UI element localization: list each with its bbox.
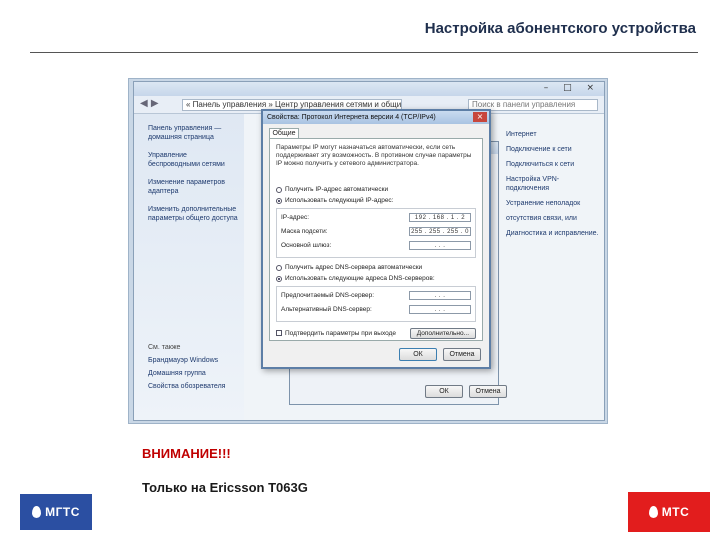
radio-manual-ip-label: Использовать следующий IP-адрес: <box>285 197 394 204</box>
window-controls[interactable]: – □ × <box>544 83 600 93</box>
advanced-button[interactable]: Дополнительно... <box>409 328 476 339</box>
sidebar-link-wireless[interactable]: Управление беспроводными сетями <box>148 151 238 169</box>
preferred-dns-label: Предпочитаемый DNS-сервер: <box>281 291 375 299</box>
content-link[interactable]: Диагностика и исправление. <box>506 229 602 238</box>
content-link[interactable]: Настройка VPN-подключения <box>506 175 602 193</box>
content-link[interactable]: Устранение неполадок <box>506 199 602 208</box>
radio-auto-dns[interactable]: Получить адрес DNS-сервера автоматически <box>276 264 476 272</box>
ipv4-properties-dialog: Свойства: Протокол Интернета версии 4 (T… <box>261 109 491 369</box>
preferred-dns-row: Предпочитаемый DNS-сервер: . . . <box>281 291 471 300</box>
dialog-button-row: ОК Отмена <box>399 348 481 361</box>
gateway-field[interactable]: . . . <box>409 241 471 250</box>
radio-auto-dns-label: Получить адрес DNS-сервера автоматически <box>285 264 423 271</box>
explorer-content-fragments: Интернет Подключение к сети Подключиться… <box>506 130 602 244</box>
embedded-screenshot: – □ × ◀ ▶ « Панель управления » Центр уп… <box>128 78 608 424</box>
general-tab-panel: Параметры IP могут назначаться автоматич… <box>269 138 483 341</box>
close-icon[interactable]: × <box>473 112 487 122</box>
warning-text: ВНИМАНИЕ!!! <box>142 446 231 461</box>
title-divider <box>30 52 698 53</box>
radio-selected-icon[interactable] <box>276 198 282 204</box>
alternate-dns-label: Альтернативный DNS-сервер: <box>281 305 372 313</box>
radio-icon[interactable] <box>276 265 282 271</box>
props-button-row: ОК Отмена <box>425 385 507 398</box>
radio-manual-dns[interactable]: Использовать следующие адреса DNS-сервер… <box>276 275 476 283</box>
checkbox-icon[interactable] <box>276 329 282 336</box>
radio-icon[interactable] <box>276 187 282 193</box>
radio-auto-ip-label: Получить IP-адрес автоматически <box>285 186 389 193</box>
dialog-title-text: Свойства: Протокол Интернета версии 4 (T… <box>267 114 436 121</box>
mts-logo-text: МТС <box>661 505 690 519</box>
radio-auto-ip[interactable]: Получить IP-адрес автоматически <box>276 186 476 194</box>
slide-title: Настройка абонентского устройства <box>424 20 696 37</box>
explorer-sidebar: Панель управления — домашняя страница Уп… <box>134 114 244 420</box>
preferred-dns-field[interactable]: . . . <box>409 291 471 300</box>
device-note: Только на Ericsson T063G <box>142 480 308 495</box>
radio-selected-icon[interactable] <box>276 276 282 282</box>
alternate-dns-field[interactable]: . . . <box>409 305 471 314</box>
validate-label: Подтвердить параметры при выходе <box>285 329 397 337</box>
validate-checkbox[interactable]: Подтвердить параметры при выходе <box>276 330 396 338</box>
see-also-homegroup[interactable]: Домашняя группа <box>148 369 238 378</box>
see-also-internet-options[interactable]: Свойства обозревателя <box>148 382 238 391</box>
radio-manual-ip[interactable]: Использовать следующий IP-адрес: <box>276 197 476 205</box>
dns-settings-group: Предпочитаемый DNS-сервер: . . . Альтерн… <box>276 286 476 322</box>
props-cancel-button[interactable]: Отмена <box>469 385 507 398</box>
see-also-firewall[interactable]: Брандмауэр Windows <box>148 356 238 365</box>
sidebar-link-sharing[interactable]: Изменить дополнительные параметры общего… <box>148 205 238 223</box>
mts-logo: МТС <box>628 492 710 532</box>
egg-icon <box>32 506 42 518</box>
back-forward-icon[interactable]: ◀ ▶ <box>140 98 159 109</box>
egg-icon <box>648 506 658 518</box>
explorer-titlebar: – □ × <box>134 82 604 96</box>
cancel-button[interactable]: Отмена <box>443 348 481 361</box>
content-link[interactable]: Подключение к сети <box>506 145 602 154</box>
validate-settings-row: Подтвердить параметры при выходе Дополни… <box>276 328 476 339</box>
content-text: отсутствия связи, или <box>506 215 577 222</box>
alternate-dns-row: Альтернативный DNS-сервер: . . . <box>281 305 471 314</box>
ip-address-label: IP-адрес: <box>281 213 309 221</box>
ip-address-field[interactable]: 192 . 168 . 1 . 2 <box>409 213 471 222</box>
sidebar-link-adapter[interactable]: Изменение параметров адаптера <box>148 178 238 196</box>
subnet-mask-label: Маска подсети: <box>281 227 328 235</box>
subnet-mask-field[interactable]: 255 . 255 . 255 . 0 <box>409 227 471 236</box>
ip-settings-group: IP-адрес: 192 . 168 . 1 . 2 Маска подсет… <box>276 208 476 258</box>
ok-button[interactable]: ОК <box>399 348 437 361</box>
subnet-mask-row: Маска подсети: 255 . 255 . 255 . 0 <box>281 227 471 236</box>
sidebar-link-home[interactable]: Панель управления — домашняя страница <box>148 124 238 142</box>
props-ok-button[interactable]: ОК <box>425 385 463 398</box>
gateway-label: Основной шлюз: <box>281 241 332 249</box>
content-link[interactable]: Интернет <box>506 130 602 139</box>
mgts-logo-text: МГТС <box>45 505 80 519</box>
content-link[interactable]: Подключиться к сети <box>506 160 602 169</box>
see-also-heading: См. также <box>148 344 181 351</box>
dialog-description: Параметры IP могут назначаться автоматич… <box>276 144 472 167</box>
radio-manual-dns-label: Использовать следующие адреса DNS-сервер… <box>285 275 435 282</box>
ip-address-row: IP-адрес: 192 . 168 . 1 . 2 <box>281 213 471 222</box>
dialog-title: Свойства: Протокол Интернета версии 4 (T… <box>263 111 489 124</box>
gateway-row: Основной шлюз: . . . <box>281 241 471 250</box>
mgts-logo: МГТС <box>20 494 92 530</box>
